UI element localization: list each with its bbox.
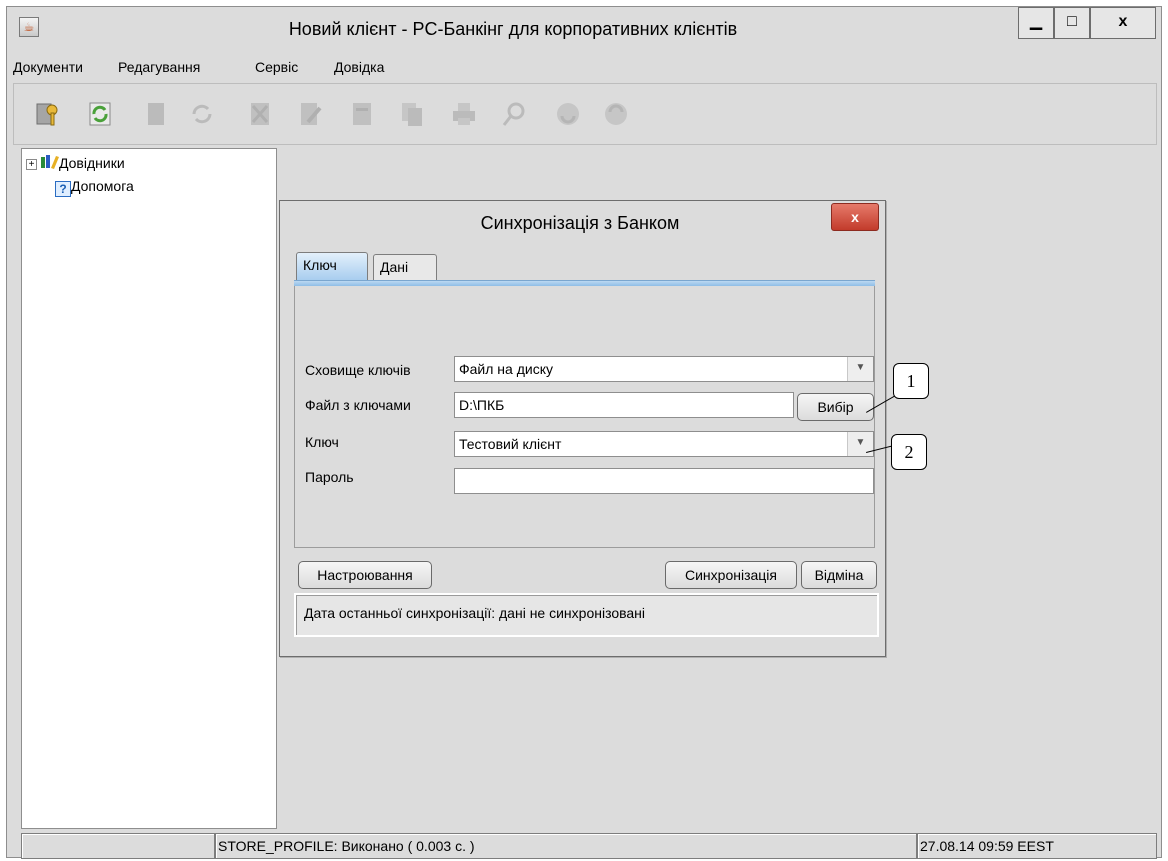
callout-1: 1 bbox=[893, 363, 929, 399]
document-icon bbox=[148, 103, 164, 125]
send-button[interactable] bbox=[548, 94, 588, 134]
chevron-down-icon[interactable]: ▼ bbox=[847, 357, 873, 381]
minimize-button[interactable]: ▁ bbox=[1018, 7, 1054, 39]
help-icon: ? bbox=[55, 181, 71, 197]
edit-button[interactable] bbox=[290, 94, 330, 134]
dialog-titlebar: Синхронізація з Банком x bbox=[280, 201, 885, 245]
toolbar bbox=[13, 83, 1157, 145]
receive-icon bbox=[605, 103, 627, 125]
print-button[interactable] bbox=[444, 94, 484, 134]
tab-key[interactable]: Ключ bbox=[296, 252, 368, 280]
refresh-icon bbox=[192, 104, 212, 124]
tree-item-directories[interactable]: + Довідники bbox=[26, 155, 125, 175]
tree-expander-icon[interactable]: + bbox=[26, 159, 37, 170]
send-icon bbox=[557, 103, 579, 125]
callout-2: 2 bbox=[891, 434, 927, 470]
keyfile-label: Файл з ключами bbox=[305, 397, 411, 413]
view-icon bbox=[353, 103, 371, 125]
print-icon bbox=[453, 103, 475, 125]
menu-bar: Документи Редагування Сервіс Довідка bbox=[7, 53, 1161, 83]
search-button[interactable] bbox=[494, 94, 534, 134]
maximize-button[interactable]: □ bbox=[1054, 7, 1090, 39]
tree-item-help[interactable]: ? Допомога bbox=[55, 178, 134, 198]
sync-icon bbox=[89, 102, 111, 126]
menu-documents[interactable]: Документи bbox=[13, 59, 83, 75]
view-button[interactable] bbox=[342, 94, 382, 134]
dialog-title: Синхронізація з Банком bbox=[480, 213, 680, 233]
tree-item-label: Довідники bbox=[59, 155, 125, 171]
refresh-button[interactable] bbox=[182, 94, 222, 134]
navigation-tree: + Довідники ? Допомога bbox=[21, 148, 277, 829]
receive-button[interactable] bbox=[596, 94, 636, 134]
books-icon bbox=[41, 155, 59, 169]
sync-button[interactable] bbox=[80, 94, 120, 134]
password-label: Пароль bbox=[305, 469, 354, 485]
keys-icon bbox=[36, 103, 58, 126]
statusbar-cell-empty bbox=[21, 833, 215, 859]
edit-icon bbox=[301, 103, 322, 125]
cancel-button[interactable]: Відміна bbox=[801, 561, 877, 589]
copy-button[interactable] bbox=[392, 94, 432, 134]
key-label: Ключ bbox=[305, 434, 339, 450]
menu-service[interactable]: Сервіс bbox=[255, 59, 298, 75]
key-value: Тестовий клієнт bbox=[459, 436, 562, 452]
keystore-value: Файл на диску bbox=[459, 361, 553, 377]
status-bar: STORE_PROFILE: Виконано ( 0.003 с. ) 27.… bbox=[21, 833, 1157, 859]
keystore-combo[interactable]: Файл на диску ▼ bbox=[454, 356, 874, 382]
keystore-label: Сховище ключів bbox=[305, 362, 411, 378]
choose-file-button[interactable]: Вибір bbox=[797, 393, 874, 421]
chevron-down-icon[interactable]: ▼ bbox=[847, 432, 873, 456]
menu-edit[interactable]: Редагування bbox=[118, 59, 200, 75]
tab-data[interactable]: Дані bbox=[373, 254, 437, 280]
window-title: Новий клієнт - PC-Банкінг для корпоратив… bbox=[288, 19, 738, 39]
statusbar-message: STORE_PROFILE: Виконано ( 0.003 с. ) bbox=[215, 833, 917, 859]
last-sync-status: Дата останньої синхронізації: дані не си… bbox=[294, 593, 879, 637]
close-button[interactable]: x bbox=[1090, 7, 1156, 39]
title-bar: ☕ Новий клієнт - PC-Банкінг для корпорат… bbox=[7, 7, 1161, 53]
key-combo[interactable]: Тестовий клієнт ▼ bbox=[454, 431, 874, 457]
menu-help[interactable]: Довідка bbox=[334, 59, 384, 75]
delete-icon bbox=[251, 103, 269, 125]
new-document-button[interactable] bbox=[136, 94, 176, 134]
sync-dialog: Синхронізація з Банком x Ключ Дані Схови… bbox=[279, 200, 886, 657]
tree-item-label: Допомога bbox=[71, 178, 134, 194]
sync-button[interactable]: Синхронізація bbox=[665, 561, 797, 589]
search-icon bbox=[502, 102, 525, 126]
copy-icon bbox=[402, 103, 422, 126]
statusbar-datetime: 27.08.14 09:59 EEST bbox=[917, 833, 1157, 859]
settings-button[interactable]: Настроювання bbox=[298, 561, 432, 589]
dialog-close-button[interactable]: x bbox=[831, 203, 879, 231]
password-input[interactable] bbox=[454, 468, 874, 494]
keys-button[interactable] bbox=[28, 94, 68, 134]
keyfile-input[interactable]: D:\ПКБ bbox=[454, 392, 794, 418]
delete-button[interactable] bbox=[240, 94, 280, 134]
